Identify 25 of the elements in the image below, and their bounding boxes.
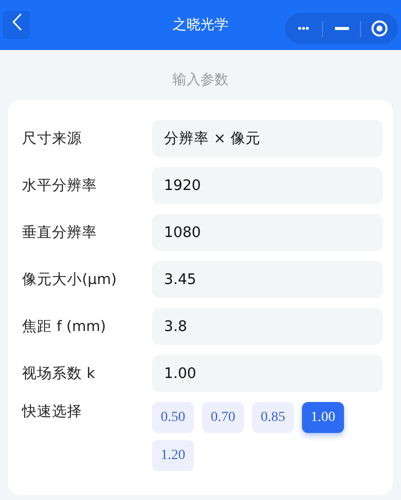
field-label: 焦距 f (mm) <box>22 318 107 336</box>
input-field[interactable]: 1080 <box>152 214 383 251</box>
app-title: 之晓光学 <box>172 16 230 34</box>
input-field[interactable]: 1.00 <box>152 355 383 392</box>
back-button[interactable] <box>3 11 30 39</box>
field-label: 水平分辨率 <box>22 176 98 195</box>
preset-chip[interactable]: 0.50 <box>152 402 194 433</box>
section-title: 输入参数 <box>172 71 230 89</box>
chevron-left-icon <box>12 13 22 31</box>
more-button[interactable]: ••• <box>285 13 322 44</box>
field-label: 像元大小(μm) <box>22 271 118 289</box>
input-field[interactable]: 3.45 <box>152 261 383 298</box>
field-label: 快速选择 <box>22 403 83 421</box>
preset-chip[interactable]: 0.85 <box>252 402 294 433</box>
input-field[interactable]: 分辨率 × 像元 <box>152 120 383 157</box>
field-label: 视场系数 k <box>22 365 96 383</box>
input-field[interactable]: 3.8 <box>152 308 383 345</box>
field-label: 垂直分辨率 <box>22 224 98 242</box>
preset-chip[interactable]: 0.70 <box>202 402 244 433</box>
target-icon <box>371 20 388 37</box>
field-label: 尺寸来源 <box>22 130 83 148</box>
preset-chip[interactable]: 1.00 <box>302 402 344 433</box>
preset-chip[interactable]: 1.20 <box>152 440 194 471</box>
input-field[interactable]: 1920 <box>152 167 383 204</box>
minus-icon <box>334 26 348 30</box>
